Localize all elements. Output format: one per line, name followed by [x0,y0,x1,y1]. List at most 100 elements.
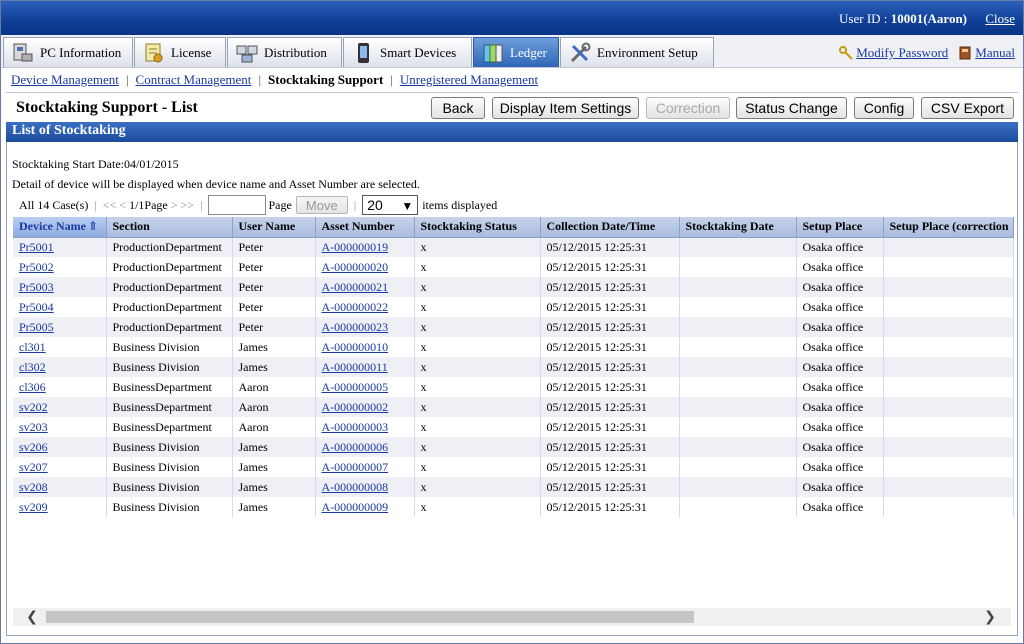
tab-ledger[interactable]: Ledger [473,37,559,67]
subnav-device-management[interactable]: Device Management [11,72,119,88]
stocktaking-start-date: Stocktaking Start Date:04/01/2015 [12,157,179,171]
separator: | [353,197,357,212]
scroll-right-icon[interactable]: ❯ [981,608,999,626]
csv-export-button[interactable]: CSV Export [921,97,1014,119]
table-row: Pr5004 ProductionDepartment Peter A-0000000… [13,297,1014,317]
modify-password-link[interactable]: Modify Password [839,45,948,61]
cell-section: Business Division [106,437,233,457]
manual-label: Manual [975,45,1015,60]
asset-number-link[interactable]: A-000000007 [322,460,389,474]
asset-number-link[interactable]: A-000000020 [322,260,389,274]
cell-asset-number: A-000000022 [315,297,415,317]
cell-setup-place-correction [883,497,1014,517]
cell-stocktaking-status: x [414,277,541,297]
cell-stocktaking-status: x [414,237,541,257]
cell-setup-place-correction [883,277,1014,297]
pager: All 14 Case(s) | << < 1/1Page > >> | Pag… [19,195,497,215]
asset-number-link[interactable]: A-000000006 [322,440,389,454]
horizontal-scrollbar[interactable]: ❮ ❯ [13,608,1011,626]
move-button[interactable]: Move [295,196,348,214]
scrollbar-thumb[interactable] [46,611,694,623]
subnav-contract-management[interactable]: Contract Management [136,72,252,88]
prev-page-link[interactable]: < [119,198,126,213]
device-name-link[interactable]: cl301 [19,340,46,354]
column-setup-place[interactable]: Setup Place [796,217,884,238]
page-number-input[interactable] [208,195,267,215]
device-name-link[interactable]: cl306 [19,380,46,394]
device-name-link[interactable]: Pr5001 [19,240,54,254]
asset-number-link[interactable]: A-000000023 [322,320,389,334]
asset-number-link[interactable]: A-000000019 [322,240,389,254]
asset-number-link[interactable]: A-000000009 [322,500,389,514]
back-button[interactable]: Back [431,97,485,119]
cell-setup-place: Osaka office [796,237,884,257]
cell-user-name: Aaron [232,397,316,417]
asset-number-link[interactable]: A-000000011 [322,360,388,374]
manual-link[interactable]: Manual [958,45,1015,61]
close-link[interactable]: Close [985,11,1015,27]
device-name-link[interactable]: sv209 [19,500,48,514]
device-name-link[interactable]: Pr5003 [19,280,54,294]
subnav-unregistered-management[interactable]: Unregistered Management [400,72,538,88]
asset-number-link[interactable]: A-000000021 [322,280,389,294]
next-page-link[interactable]: > [171,198,178,213]
column-collection-date-time[interactable]: Collection Date/Time [540,217,680,238]
tab-distribution[interactable]: Distribution [227,37,342,67]
column-device-name[interactable]: Device Name ⇑ [13,217,107,238]
column-stocktaking-status[interactable]: Stocktaking Status [414,217,541,238]
last-page-link[interactable]: >> [181,198,195,213]
column-setup-place-correction[interactable]: Setup Place (correction [883,217,1014,238]
table-row: Pr5002 ProductionDepartment Peter A-0000000… [13,257,1014,277]
cell-section: Business Division [106,357,233,377]
pc-information-icon [12,42,34,64]
config-button[interactable]: Config [854,97,914,119]
cell-setup-place: Osaka office [796,277,884,297]
cell-user-name: James [232,437,316,457]
cell-asset-number: A-000000023 [315,317,415,337]
column-stocktaking-date[interactable]: Stocktaking Date [679,217,797,238]
asset-number-link[interactable]: A-000000002 [322,400,389,414]
display-item-settings-button[interactable]: Display Item Settings [492,97,639,119]
asset-number-link[interactable]: A-000000008 [322,480,389,494]
items-displayed-label: items displayed [422,197,498,212]
cell-stocktaking-date [679,297,797,317]
cell-stocktaking-status: x [414,397,541,417]
cell-section: Business Division [106,337,233,357]
cell-setup-place-correction [883,417,1014,437]
device-name-link[interactable]: Pr5004 [19,300,54,314]
device-name-link[interactable]: Pr5005 [19,320,54,334]
tab-environment-setup[interactable]: Environment Setup [560,37,714,67]
cell-setup-place: Osaka office [796,477,884,497]
first-page-link[interactable]: << [103,198,117,213]
tab-pc-information[interactable]: PC Information [3,37,133,67]
correction-button[interactable]: Correction [646,97,730,119]
device-name-link[interactable]: sv207 [19,460,48,474]
column-user-name[interactable]: User Name [232,217,316,238]
cell-stocktaking-date [679,497,797,517]
status-change-button[interactable]: Status Change [736,97,847,119]
asset-number-link[interactable]: A-000000022 [322,300,389,314]
asset-number-link[interactable]: A-000000003 [322,420,389,434]
scroll-left-icon[interactable]: ❮ [23,608,41,626]
tab-label: PC Information [40,44,122,60]
column-section[interactable]: Section [106,217,233,238]
device-name-link[interactable]: sv206 [19,440,48,454]
table-row: cl301 Business Division James A-000000010 x 0… [13,337,1014,357]
cell-collection-date-time: 05/12/2015 12:25:31 [540,377,680,397]
cell-stocktaking-status: x [414,317,541,337]
device-name-link[interactable]: sv208 [19,480,48,494]
asset-number-link[interactable]: A-000000005 [322,380,389,394]
cell-setup-place: Osaka office [796,317,884,337]
items-per-page-select[interactable]: 20 ▼ [362,195,419,215]
tab-license[interactable]: License [134,37,226,67]
asset-number-link[interactable]: A-000000010 [322,340,389,354]
device-name-link[interactable]: sv202 [19,400,48,414]
tab-smart-devices[interactable]: Smart Devices [343,37,472,67]
cell-collection-date-time: 05/12/2015 12:25:31 [540,317,680,337]
column-asset-number[interactable]: Asset Number [315,217,415,238]
device-name-link[interactable]: cl302 [19,360,46,374]
device-name-link[interactable]: sv203 [19,420,48,434]
cell-asset-number: A-000000021 [315,277,415,297]
device-name-link[interactable]: Pr5002 [19,260,54,274]
cell-stocktaking-status: x [414,477,541,497]
